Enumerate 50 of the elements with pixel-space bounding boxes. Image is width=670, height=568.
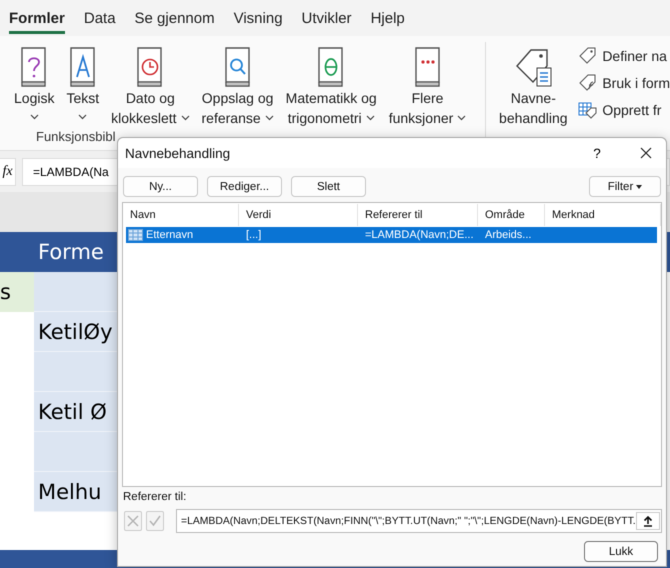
ribbon-tab[interactable]: Data — [84, 5, 116, 31]
table-cell: s — [0, 272, 34, 312]
group-label: Funksjonsbibl — [35, 129, 116, 144]
ribbon-button[interactable]: Definer na — [578, 46, 670, 65]
header-cell-text: Forme — [37, 239, 105, 266]
table-tag-icon — [578, 100, 598, 119]
upload-arrow-icon — [643, 516, 653, 526]
function-button[interactable]: Tekst — [64, 42, 102, 128]
table-cell: Melhu — [34, 472, 117, 512]
name-cell-text: Etternavn — [145, 229, 194, 241]
close-icon — [640, 147, 652, 159]
dialog-button[interactable]: Slett — [291, 176, 366, 197]
help-button[interactable]: ? — [582, 144, 612, 162]
collapse-button[interactable] — [636, 512, 660, 530]
reference-field[interactable]: =LAMBDA(Navn;DELTEKST(Navn;FINN("\";BYTT.UT(Navn;" ";"\";LENGDE(Navn)-LENGDE(BYTT. — [176, 509, 662, 533]
table-icon — [128, 229, 143, 241]
ribbon-tab[interactable]: Se gjennom — [134, 5, 215, 31]
function-button[interactable]: Oppslag og referanse — [200, 42, 276, 128]
column-header[interactable]: Navn — [123, 204, 239, 226]
dialog-button[interactable]: Ny... — [123, 176, 198, 197]
column-header[interactable]: Verdi — [239, 204, 358, 226]
table-cell: Ketil Ø — [34, 392, 117, 432]
dialog-title: Navnebehandling — [125, 146, 232, 160]
column-header[interactable]: Refererer til — [358, 204, 478, 226]
ribbon-button[interactable]: Opprett fr — [578, 100, 670, 119]
function-button[interactable]: Dato og klokkeslett — [109, 42, 192, 128]
tag-icon — [578, 46, 598, 65]
tag-fx-icon — [578, 73, 598, 92]
dialog-button[interactable]: Rediger... — [207, 176, 282, 197]
filter-button[interactable]: Filter — [589, 176, 661, 197]
name-cell-text: =LAMBDA(Navn;DE... — [364, 229, 475, 241]
table-cell: KetilØy — [34, 312, 117, 352]
name-manager-button[interactable]: Navne- behandling — [496, 42, 570, 128]
function-button[interactable]: Flere funksjoner — [386, 42, 468, 128]
ribbon-tab[interactable]: Hjelp — [370, 5, 405, 31]
check-icon — [149, 515, 161, 527]
column-header[interactable]: Område — [478, 204, 545, 226]
name-cell-text: Arbeids... — [484, 229, 532, 241]
name-row[interactable]: Etternavn [...] =LAMBDA(Navn;DE... Arbeids... — [126, 227, 657, 243]
ribbon-tab[interactable]: Utvikler — [302, 5, 352, 31]
ribbon-button[interactable]: Bruk i form — [578, 73, 670, 92]
name-cell-text: [...] — [245, 229, 262, 241]
function-button[interactable]: Logisk — [12, 42, 56, 128]
ribbon-tab[interactable]: Visning — [234, 5, 283, 31]
field-label: Refererer til: — [123, 491, 188, 505]
close-dialog-button[interactable]: Lukk — [584, 541, 658, 562]
function-icon[interactable]: fx — [0, 158, 16, 186]
function-button[interactable]: Matematikk og trigonometri — [284, 42, 379, 128]
cross-icon — [127, 515, 139, 527]
column-header[interactable]: Merknad — [545, 204, 661, 226]
